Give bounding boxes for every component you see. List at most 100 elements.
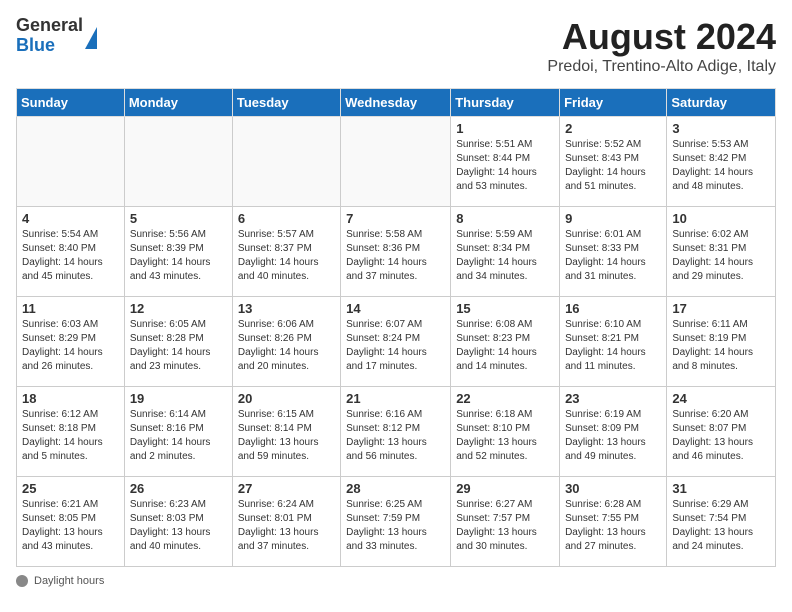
day-info: Sunrise: 5:59 AM Sunset: 8:34 PM Dayligh… <box>456 228 554 284</box>
day-number: 5 <box>130 211 227 226</box>
day-number: 27 <box>238 481 335 496</box>
day-number: 21 <box>346 391 445 406</box>
calendar-footer: Daylight hours <box>16 575 776 587</box>
day-info: Sunrise: 6:21 AM Sunset: 8:05 PM Dayligh… <box>22 498 119 554</box>
day-number: 4 <box>22 211 119 226</box>
daylight-icon <box>16 575 28 587</box>
calendar-cell: 23 Sunrise: 6:19 AM Sunset: 8:09 PM Dayli… <box>560 387 667 477</box>
calendar-cell: 2 Sunrise: 5:52 AM Sunset: 8:43 PM Daylig… <box>560 117 667 207</box>
calendar-cell <box>124 117 232 207</box>
logo-blue: Blue <box>16 36 83 56</box>
day-info: Sunrise: 6:28 AM Sunset: 7:55 PM Dayligh… <box>565 498 661 554</box>
day-number: 14 <box>346 301 445 316</box>
day-number: 15 <box>456 301 554 316</box>
weekday-header-friday: Friday <box>560 89 667 117</box>
day-number: 6 <box>238 211 335 226</box>
calendar-cell: 5 Sunrise: 5:56 AM Sunset: 8:39 PM Daylig… <box>124 207 232 297</box>
calendar-week-4: 18 Sunrise: 6:12 AM Sunset: 8:18 PM Dayli… <box>17 387 776 477</box>
day-info: Sunrise: 6:16 AM Sunset: 8:12 PM Dayligh… <box>346 408 445 464</box>
calendar-cell: 6 Sunrise: 5:57 AM Sunset: 8:37 PM Daylig… <box>232 207 340 297</box>
day-info: Sunrise: 6:12 AM Sunset: 8:18 PM Dayligh… <box>22 408 119 464</box>
day-info: Sunrise: 6:19 AM Sunset: 8:09 PM Dayligh… <box>565 408 661 464</box>
calendar-cell: 1 Sunrise: 5:51 AM Sunset: 8:44 PM Daylig… <box>451 117 560 207</box>
calendar-cell: 28Sunrise: 6:25 AM Sunset: 7:59 PM Dayli… <box>341 477 451 567</box>
day-number: 22 <box>456 391 554 406</box>
calendar-cell: 29Sunrise: 6:27 AM Sunset: 7:57 PM Dayli… <box>451 477 560 567</box>
weekday-header-wednesday: Wednesday <box>341 89 451 117</box>
day-info: Sunrise: 6:14 AM Sunset: 8:16 PM Dayligh… <box>130 408 227 464</box>
day-number: 3 <box>672 121 770 136</box>
calendar-cell: 11Sunrise: 6:03 AM Sunset: 8:29 PM Dayli… <box>17 297 125 387</box>
day-number: 16 <box>565 301 661 316</box>
calendar-cell: 9 Sunrise: 6:01 AM Sunset: 8:33 PM Daylig… <box>560 207 667 297</box>
day-info: Sunrise: 6:15 AM Sunset: 8:14 PM Dayligh… <box>238 408 335 464</box>
day-number: 9 <box>565 211 661 226</box>
day-info: Sunrise: 5:51 AM Sunset: 8:44 PM Dayligh… <box>456 138 554 194</box>
day-info: Sunrise: 5:52 AM Sunset: 8:43 PM Dayligh… <box>565 138 661 194</box>
calendar-cell: 3 Sunrise: 5:53 AM Sunset: 8:42 PM Daylig… <box>667 117 776 207</box>
day-number: 20 <box>238 391 335 406</box>
weekday-header-saturday: Saturday <box>667 89 776 117</box>
logo: General Blue <box>16 16 97 56</box>
day-info: Sunrise: 6:18 AM Sunset: 8:10 PM Dayligh… <box>456 408 554 464</box>
calendar-cell <box>232 117 340 207</box>
calendar-week-1: 1 Sunrise: 5:51 AM Sunset: 8:44 PM Daylig… <box>17 117 776 207</box>
title-block: August 2024 Predoi, Trentino-Alto Adige,… <box>547 16 776 76</box>
calendar-cell: 27 Sunrise: 6:24 AM Sunset: 8:01 PM Dayli… <box>232 477 340 567</box>
day-number: 31 <box>672 481 770 496</box>
calendar-cell: 20 Sunrise: 6:15 AM Sunset: 8:14 PM Dayli… <box>232 387 340 477</box>
day-number: 1 <box>456 121 554 136</box>
day-number: 19 <box>130 391 227 406</box>
day-number: 7 <box>346 211 445 226</box>
day-info: Sunrise: 6:08 AM Sunset: 8:23 PM Dayligh… <box>456 318 554 374</box>
logo-triangle-icon <box>85 27 97 49</box>
logo-general: General <box>16 16 83 36</box>
weekday-header-sunday: Sunday <box>17 89 125 117</box>
day-number: 13 <box>238 301 335 316</box>
day-info: Sunrise: 5:56 AM Sunset: 8:39 PM Dayligh… <box>130 228 227 284</box>
calendar-cell: 31 Sunrise: 6:29 AM Sunset: 7:54 PM Dayli… <box>667 477 776 567</box>
calendar-table: SundayMondayTuesdayWednesdayThursdayFrid… <box>16 88 776 567</box>
page-title: August 2024 <box>547 16 776 58</box>
calendar-cell: 4 Sunrise: 5:54 AM Sunset: 8:40 PM Daylig… <box>17 207 125 297</box>
calendar-cell: 13Sunrise: 6:06 AM Sunset: 8:26 PM Dayli… <box>232 297 340 387</box>
day-number: 18 <box>22 391 119 406</box>
day-info: Sunrise: 6:02 AM Sunset: 8:31 PM Dayligh… <box>672 228 770 284</box>
calendar-cell <box>17 117 125 207</box>
calendar-cell <box>341 117 451 207</box>
weekday-header-thursday: Thursday <box>451 89 560 117</box>
footer-note-text: Daylight hours <box>34 575 104 587</box>
day-info: Sunrise: 6:01 AM Sunset: 8:33 PM Dayligh… <box>565 228 661 284</box>
day-number: 17 <box>672 301 770 316</box>
calendar-cell: 8 Sunrise: 5:59 AM Sunset: 8:34 PM Daylig… <box>451 207 560 297</box>
day-number: 11 <box>22 301 119 316</box>
calendar-cell: 7 Sunrise: 5:58 AM Sunset: 8:36 PM Daylig… <box>341 207 451 297</box>
day-info: Sunrise: 5:57 AM Sunset: 8:37 PM Dayligh… <box>238 228 335 284</box>
calendar-cell: 10Sunrise: 6:02 AM Sunset: 8:31 PM Dayli… <box>667 207 776 297</box>
page-header: General Blue August 2024 Predoi, Trentin… <box>16 16 776 76</box>
calendar-header-row: SundayMondayTuesdayWednesdayThursdayFrid… <box>17 89 776 117</box>
day-info: Sunrise: 6:25 AM Sunset: 7:59 PM Dayligh… <box>346 498 445 554</box>
calendar-cell: 15 Sunrise: 6:08 AM Sunset: 8:23 PM Dayli… <box>451 297 560 387</box>
day-info: Sunrise: 6:20 AM Sunset: 8:07 PM Dayligh… <box>672 408 770 464</box>
day-number: 30 <box>565 481 661 496</box>
page-subtitle: Predoi, Trentino-Alto Adige, Italy <box>547 58 776 76</box>
day-number: 8 <box>456 211 554 226</box>
day-info: Sunrise: 6:07 AM Sunset: 8:24 PM Dayligh… <box>346 318 445 374</box>
day-info: Sunrise: 6:29 AM Sunset: 7:54 PM Dayligh… <box>672 498 770 554</box>
calendar-week-5: 25Sunrise: 6:21 AM Sunset: 8:05 PM Dayli… <box>17 477 776 567</box>
day-info: Sunrise: 5:53 AM Sunset: 8:42 PM Dayligh… <box>672 138 770 194</box>
calendar-cell: 22 Sunrise: 6:18 AM Sunset: 8:10 PM Dayli… <box>451 387 560 477</box>
logo-text: General Blue <box>16 16 83 56</box>
day-info: Sunrise: 6:24 AM Sunset: 8:01 PM Dayligh… <box>238 498 335 554</box>
weekday-header-tuesday: Tuesday <box>232 89 340 117</box>
day-info: Sunrise: 5:54 AM Sunset: 8:40 PM Dayligh… <box>22 228 119 284</box>
day-number: 29 <box>456 481 554 496</box>
calendar-cell: 21 Sunrise: 6:16 AM Sunset: 8:12 PM Dayli… <box>341 387 451 477</box>
day-number: 2 <box>565 121 661 136</box>
calendar-cell: 30 Sunrise: 6:28 AM Sunset: 7:55 PM Dayli… <box>560 477 667 567</box>
day-number: 23 <box>565 391 661 406</box>
day-info: Sunrise: 5:58 AM Sunset: 8:36 PM Dayligh… <box>346 228 445 284</box>
calendar-cell: 18 Sunrise: 6:12 AM Sunset: 8:18 PM Dayli… <box>17 387 125 477</box>
calendar-cell: 17Sunrise: 6:11 AM Sunset: 8:19 PM Dayli… <box>667 297 776 387</box>
